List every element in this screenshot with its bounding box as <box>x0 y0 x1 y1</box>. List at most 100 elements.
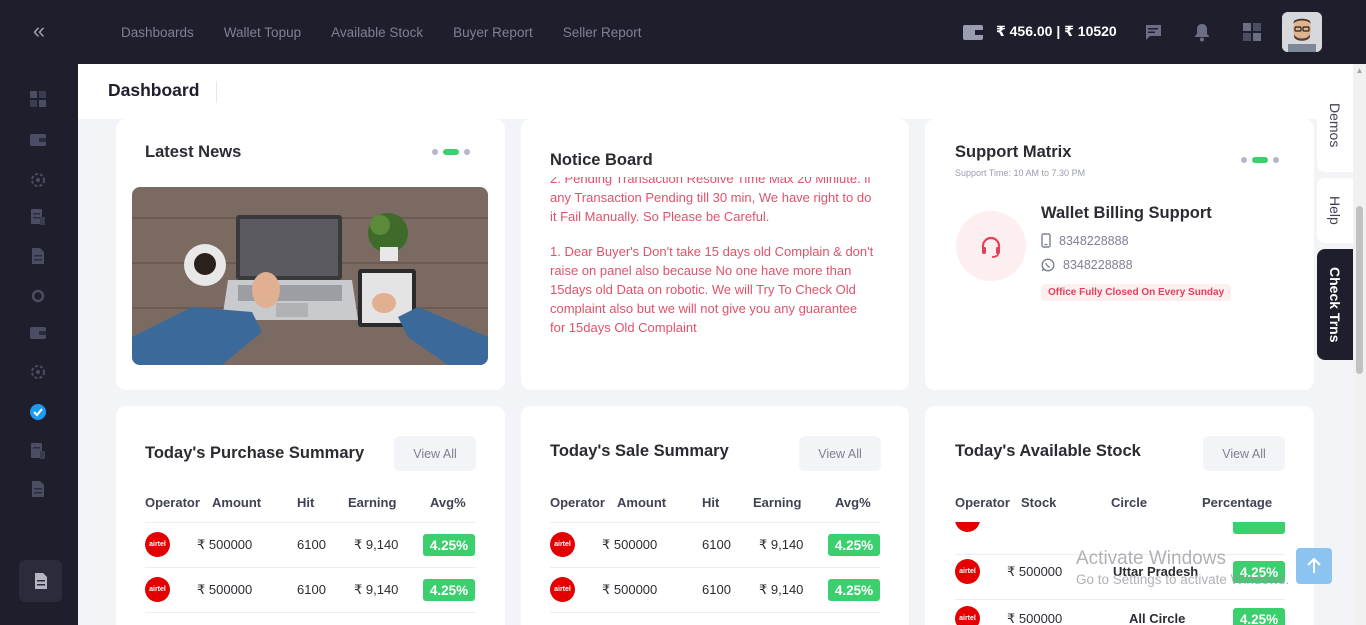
sale-summary-title: Today's Sale Summary <box>550 442 729 460</box>
sidebar: « <box>0 0 78 625</box>
view-all-button[interactable]: View All <box>1203 436 1285 471</box>
support-matrix-card: Support Matrix Support Time: 10 AM to 7.… <box>925 119 1314 390</box>
divider <box>550 567 880 568</box>
activation-watermark: Activate Windows Go to Settings to activ… <box>1076 548 1289 587</box>
tab-help[interactable]: Help <box>1317 178 1353 243</box>
carousel-dot[interactable] <box>1241 157 1247 163</box>
scrollbar-thumb[interactable] <box>1356 206 1363 374</box>
carousel-dot[interactable] <box>464 149 470 155</box>
support-avatar <box>956 211 1026 281</box>
collapse-icon[interactable]: « <box>28 20 50 43</box>
column-header: Avg% <box>430 495 466 510</box>
view-all-button[interactable]: View All <box>799 436 881 471</box>
airtel-logo <box>955 522 980 532</box>
column-header: Operator <box>955 495 1010 510</box>
report-icon <box>31 443 45 459</box>
airtel-logo: airtel <box>145 577 170 602</box>
avg-badge: 4.25% <box>423 579 475 601</box>
sidebar-item-document-2[interactable] <box>28 479 48 499</box>
headset-icon <box>981 236 1001 258</box>
available-stock-card: Today's Available Stock View All Operato… <box>925 406 1314 625</box>
carousel-dot[interactable] <box>432 149 438 155</box>
topbar: Dashboards Wallet Topup Available Stock … <box>78 0 1366 64</box>
hit-cell: 6100 <box>297 537 326 552</box>
purchase-summary-card: Today's Purchase Summary View All Operat… <box>116 406 505 625</box>
carousel-dots[interactable] <box>432 149 470 155</box>
amount-cell: ₹ 500000 <box>602 582 658 597</box>
bell-icon[interactable] <box>1191 21 1213 43</box>
settings-icon <box>31 173 45 187</box>
whatsapp-icon <box>1041 258 1055 272</box>
notice-board-card: Notice Board 2. Pending Transaction Reso… <box>521 119 909 390</box>
sidebar-item-verified[interactable] <box>28 402 48 422</box>
scroll-top-button[interactable] <box>1296 548 1332 584</box>
verified-icon <box>30 404 46 420</box>
column-header: Earning <box>753 495 802 510</box>
amount-cell: ₹ 500000 <box>197 582 253 597</box>
tab-check-trns[interactable]: Check Trns <box>1317 249 1353 360</box>
stock-cell: ₹ 500000 <box>1007 564 1063 579</box>
grid-icon[interactable] <box>1241 21 1263 43</box>
sidebar-item-dashboard[interactable] <box>28 89 48 109</box>
sidebar-item-document[interactable] <box>28 246 48 266</box>
document-icon <box>32 248 44 264</box>
page-title: Dashboard <box>108 80 200 100</box>
sidebar-bottom-button[interactable] <box>19 560 62 602</box>
watermark-title: Activate Windows <box>1076 548 1226 569</box>
notice-paragraph: 2. Pending Transaction Resolve Time Max … <box>550 177 872 224</box>
sidebar-item-circle[interactable] <box>28 286 48 306</box>
hit-cell: 6100 <box>702 537 731 552</box>
news-image[interactable] <box>132 187 488 365</box>
sidebar-item-wallet-2[interactable] <box>28 323 48 343</box>
nav-seller-report[interactable]: Seller Report <box>563 25 642 40</box>
sidebar-item-report-2[interactable] <box>28 441 48 461</box>
support-time: Support Time: 10 AM to 7.30 PM <box>955 168 1086 178</box>
earning-cell: ₹ 9,140 <box>354 582 399 597</box>
dashboard-icon <box>30 91 46 107</box>
scroll-up-arrow[interactable]: ▲ <box>1355 66 1364 75</box>
purchase-summary-title: Today's Purchase Summary <box>145 444 365 462</box>
column-header: Earning <box>348 495 397 510</box>
carousel-dot-active[interactable] <box>443 149 459 155</box>
avg-badge: 4.25% <box>828 579 880 601</box>
nav-wallet-topup[interactable]: Wallet Topup <box>224 25 301 40</box>
column-header: Stock <box>1021 495 1057 510</box>
sidebar-item-wallet[interactable] <box>28 130 48 150</box>
sidebar-item-settings-2[interactable] <box>28 362 48 382</box>
support-whatsapp[interactable]: 8348228888 <box>1041 258 1133 272</box>
closed-badge: Office Fully Closed On Every Sunday <box>1041 284 1232 301</box>
latest-news-card: Latest News <box>116 119 505 390</box>
carousel-dot[interactable] <box>1273 157 1279 163</box>
chat-icon[interactable] <box>1142 21 1164 43</box>
support-phone[interactable]: 8348228888 <box>1041 233 1129 248</box>
nav-buyer-report[interactable]: Buyer Report <box>453 25 533 40</box>
document-icon <box>34 573 47 589</box>
sidebar-item-report[interactable] <box>28 207 48 227</box>
page-header: Dashboard <box>78 64 1353 119</box>
latest-news-title: Latest News <box>145 143 242 161</box>
airtel-logo: airtel <box>955 559 980 584</box>
tab-demos[interactable]: Demos <box>1317 104 1353 172</box>
notice-scroller[interactable]: 2. Pending Transaction Resolve Time Max … <box>550 177 875 367</box>
phone-number: 8348228888 <box>1059 233 1129 248</box>
report-icon <box>31 209 45 225</box>
nav-dashboards[interactable]: Dashboards <box>121 25 194 40</box>
column-header: Percentage <box>1202 495 1273 510</box>
airtel-logo: airtel <box>550 577 575 602</box>
avg-badge <box>1233 522 1285 534</box>
carousel-dots[interactable] <box>1241 157 1279 163</box>
earning-cell: ₹ 9,140 <box>759 582 804 597</box>
view-all-button[interactable]: View All <box>394 436 476 471</box>
carousel-dot-active[interactable] <box>1252 157 1268 163</box>
column-header: Operator <box>145 495 200 510</box>
avatar[interactable] <box>1282 12 1322 52</box>
support-matrix-title: Support Matrix <box>955 143 1072 161</box>
nav-available-stock[interactable]: Available Stock <box>331 25 423 40</box>
wallet-icon[interactable] <box>962 22 984 42</box>
watermark-subtitle: Go to Settings to activate Windows. <box>1076 572 1290 587</box>
sidebar-item-settings[interactable] <box>28 170 48 190</box>
hit-cell: 6100 <box>297 582 326 597</box>
sale-summary-card: Today's Sale Summary View All Operator A… <box>521 406 909 625</box>
airtel-logo: airtel <box>955 606 980 625</box>
column-header: Hit <box>702 495 720 510</box>
